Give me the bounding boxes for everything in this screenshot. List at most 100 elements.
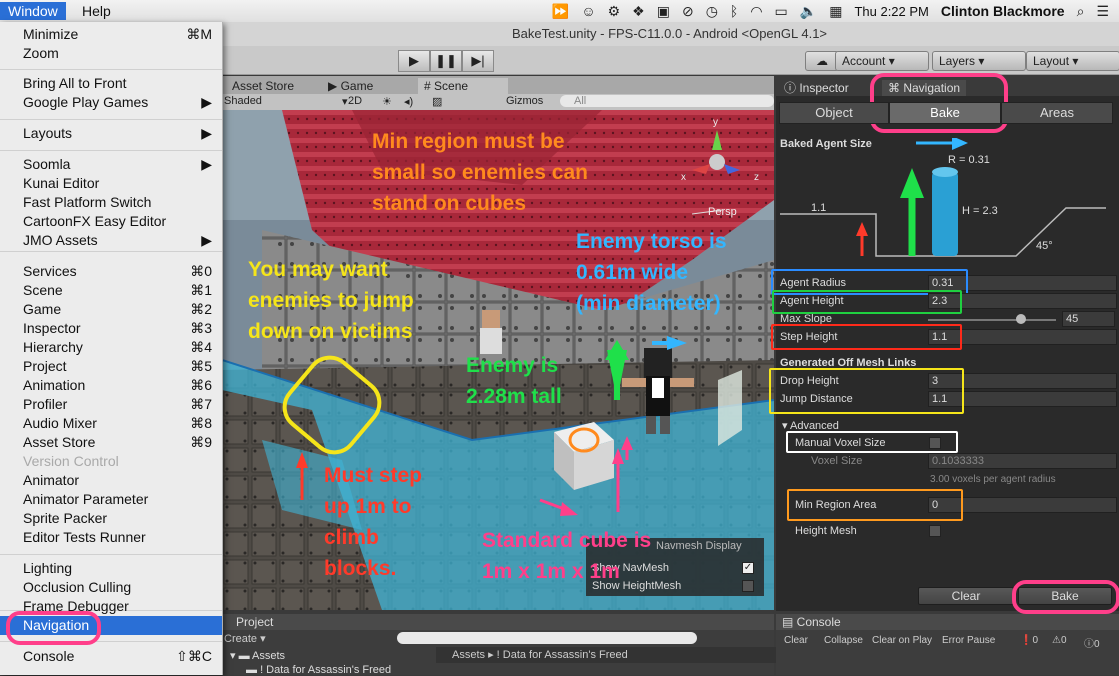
window-menu-item-animation[interactable]: Animation ⌘6: [0, 376, 222, 395]
no-entry-icon[interactable]: ⊘: [682, 3, 694, 20]
audio-icon[interactable]: ◂): [404, 95, 413, 108]
tab-game[interactable]: ▶ Game: [322, 78, 379, 94]
menu-item-label: Layouts: [23, 125, 73, 141]
menu-window[interactable]: Window: [0, 2, 66, 20]
console-clear[interactable]: Clear: [784, 635, 808, 646]
window-menu-item-asset-store[interactable]: Asset Store ⌘9: [0, 433, 222, 452]
tab-project[interactable]: Project: [236, 615, 273, 629]
window-menu-item-profiler[interactable]: Profiler ⌘7: [0, 395, 222, 414]
2d-toggle[interactable]: 2D: [348, 95, 362, 107]
window-menu-item-game[interactable]: Game ⌘2: [0, 300, 222, 319]
tab-console[interactable]: ▤ Console: [782, 615, 841, 629]
window-menu-item-fast-platform-switch[interactable]: Fast Platform Switch: [0, 193, 222, 212]
seg-areas[interactable]: Areas: [1001, 102, 1113, 124]
show-navmesh-checkbox[interactable]: ✓: [742, 562, 754, 574]
window-menu-item-jmo-assets[interactable]: JMO Assets ▶: [0, 231, 222, 250]
shaded-dropdown[interactable]: Shaded: [224, 95, 262, 107]
window-menu-item-layouts[interactable]: Layouts ▶: [0, 124, 222, 143]
window-menu: Minimize ⌘M Zoom Bring All to Front Google P…: [0, 22, 223, 675]
window-menu-item-cartoonfx-easy-editor[interactable]: CartoonFX Easy Editor: [0, 212, 222, 231]
window-menu-item-console[interactable]: Console ⇧⌘C: [0, 647, 222, 666]
window-menu-item-services[interactable]: Services ⌘0: [0, 262, 222, 281]
gizmos-dropdown[interactable]: Gizmos: [506, 95, 543, 107]
window-menu-item-minimize[interactable]: Minimize ⌘M: [0, 25, 222, 44]
flag-icon[interactable]: ▦: [829, 3, 842, 20]
dropbox-icon[interactable]: ❖: [632, 3, 645, 20]
assets-folder[interactable]: ▾ ▬ Assets: [230, 649, 285, 662]
max-slope-slider-track[interactable]: [928, 319, 1056, 321]
apple-icon[interactable]: [0, 0, 1, 1]
account-label: Account: [842, 54, 886, 68]
user-name[interactable]: Clinton Blackmore: [941, 3, 1065, 19]
menu-separator: [0, 251, 222, 252]
clock-text[interactable]: Thu 2:22 PM: [854, 4, 928, 19]
clear-button[interactable]: Clear: [918, 587, 1014, 605]
console-error-pause[interactable]: Error Pause: [942, 635, 995, 646]
cloud-button[interactable]: ☁: [805, 51, 839, 71]
volume-icon[interactable]: 🔈: [800, 3, 817, 20]
asset-breadcrumb[interactable]: Assets ▸ ! Data for Assassin's Freed: [436, 647, 790, 663]
search-icon[interactable]: ⌕: [1077, 3, 1085, 20]
height-mesh-checkbox[interactable]: [929, 525, 941, 537]
pause-button[interactable]: ❚❚: [430, 50, 462, 72]
window-menu-item-audio-mixer[interactable]: Audio Mixer ⌘8: [0, 414, 222, 433]
window-menu-item-kunai-editor[interactable]: Kunai Editor: [0, 174, 222, 193]
console-error-count[interactable]: ❗0: [1020, 635, 1038, 646]
list-icon[interactable]: ☰: [1096, 3, 1109, 20]
window-menu-item-google-play-games[interactable]: Google Play Games ▶: [0, 93, 222, 112]
window-menu-item-sprite-packer[interactable]: Sprite Packer: [0, 509, 222, 528]
account-dropdown[interactable]: Account ▾: [835, 51, 929, 71]
menu-item-shortcut: ⌘4: [190, 339, 212, 355]
window-menu-item-soomla[interactable]: Soomla ▶: [0, 155, 222, 174]
layout-dropdown[interactable]: Layout ▾: [1026, 51, 1119, 71]
error-icon: ❗: [1020, 635, 1033, 646]
max-slope-slider-thumb[interactable]: [1015, 314, 1026, 324]
annotation-cube: Standard cube is 1m x 1m x 1m: [482, 529, 652, 583]
window-menu-item-occlusion-culling[interactable]: Occlusion Culling: [0, 578, 222, 597]
image-icon[interactable]: ▨: [432, 95, 442, 108]
console-warn-count[interactable]: ⚠0: [1052, 635, 1067, 646]
play-button[interactable]: ▶: [398, 50, 430, 72]
menu-separator: [0, 69, 222, 70]
tab-asset-store[interactable]: Asset Store: [226, 78, 300, 94]
chevrons-icon[interactable]: ⏩: [552, 3, 569, 20]
layers-dropdown[interactable]: Layers ▾: [932, 51, 1026, 71]
step-button[interactable]: ▶|: [462, 50, 494, 72]
window-menu-item-animator[interactable]: Animator: [0, 471, 222, 490]
console-collapse[interactable]: Collapse: [824, 635, 863, 646]
svg-text:z: z: [754, 172, 759, 183]
max-slope-field[interactable]: 45: [1062, 311, 1115, 327]
tab-inspector[interactable]: ⓘ Inspector: [784, 80, 849, 96]
data-folder[interactable]: ▬ ! Data for Assassin's Freed: [246, 664, 391, 676]
console-info-count[interactable]: ⓘ0: [1084, 635, 1100, 650]
console-icon: ▤: [782, 615, 797, 629]
smiley-icon[interactable]: ☺: [581, 3, 595, 19]
gear-icon[interactable]: ⚙: [608, 3, 621, 20]
project-search-input[interactable]: [397, 632, 697, 644]
scene-search-input[interactable]: All: [560, 95, 774, 107]
sun-icon[interactable]: ☀: [382, 95, 392, 108]
window-menu-item-zoom[interactable]: Zoom: [0, 44, 222, 63]
time-machine-icon[interactable]: ◷: [706, 3, 718, 20]
window-menu-item-inspector[interactable]: Inspector ⌘3: [0, 319, 222, 338]
tab-scene[interactable]: # Scene: [418, 78, 508, 94]
window-menu-item-hierarchy[interactable]: Hierarchy ⌘4: [0, 338, 222, 357]
airplay-icon[interactable]: ▭: [775, 3, 788, 20]
window-menu-item-bring-all-to-front[interactable]: Bring All to Front: [0, 74, 222, 93]
create-dropdown[interactable]: Create ▾: [224, 632, 266, 645]
bluetooth-icon[interactable]: ᛒ: [730, 3, 738, 19]
show-heightmesh-checkbox[interactable]: [742, 580, 754, 592]
window-menu-item-project[interactable]: Project ⌘5: [0, 357, 222, 376]
wifi-icon[interactable]: ◠: [750, 3, 762, 20]
window-menu-item-scene[interactable]: Scene ⌘1: [0, 281, 222, 300]
display-icon[interactable]: ▣: [657, 3, 670, 20]
seg-object[interactable]: Object: [779, 102, 889, 124]
warn-count: 0: [1060, 635, 1067, 646]
menu-help[interactable]: Help: [74, 2, 119, 20]
menu-item-label: Soomla: [23, 156, 71, 172]
window-menu-item-editor-tests-runner[interactable]: Editor Tests Runner: [0, 528, 222, 547]
window-menu-item-animator-parameter[interactable]: Animator Parameter: [0, 490, 222, 509]
seg-bake[interactable]: Bake: [889, 102, 1001, 124]
console-clear-on-play[interactable]: Clear on Play: [872, 635, 932, 646]
window-menu-item-lighting[interactable]: Lighting: [0, 559, 222, 578]
